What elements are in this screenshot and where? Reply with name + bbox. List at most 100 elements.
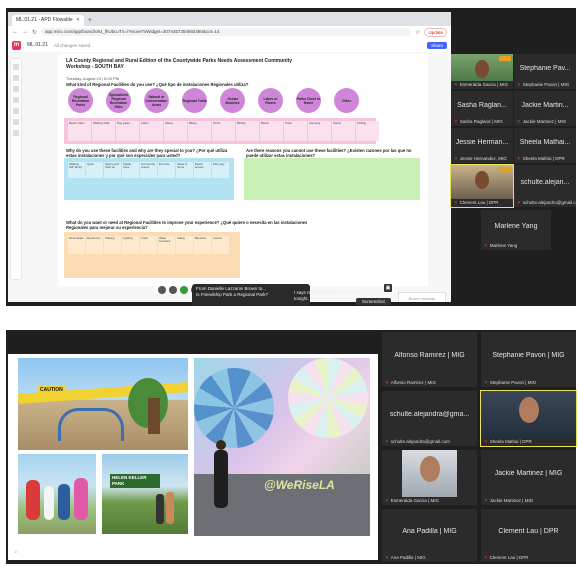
participant-tile[interactable]: Marlene Yang ✕ Marlene Yang [481, 210, 551, 250]
mural-text: @WeRiseLA [264, 478, 335, 492]
participant-name: Sheela Mathai | DPR [522, 156, 565, 161]
community-event-photo [18, 454, 96, 534]
sticky-note[interactable]: More shade [68, 236, 85, 254]
facility-circle[interactable]: Lakes or Rivers [258, 88, 283, 113]
present-icon[interactable] [180, 286, 188, 294]
sticky-note[interactable]: Restrooms [86, 236, 103, 254]
sticky-note[interactable]: Beach access [194, 162, 211, 178]
text-tool-icon[interactable] [13, 75, 19, 81]
sticky-note[interactable]: Lakes [140, 121, 163, 141]
sticky-note[interactable]: Walking with family [68, 162, 85, 178]
sticky-note[interactable]: Biking [188, 121, 211, 141]
muted-mic-icon: ✕ [385, 439, 389, 444]
participant-tile[interactable]: schulte.alejandra@gma... ✕ schulte.alejand… [382, 391, 477, 446]
sticky-note[interactable]: Safety [176, 236, 193, 254]
participant-tile[interactable]: Sheela Mathai... ✕ Sheela Mathai | DPR [514, 128, 576, 163]
sticky-note[interactable]: Dog parks [116, 121, 139, 141]
sticky-note[interactable]: Kids play [212, 162, 229, 178]
reload-icon[interactable]: ↻ [32, 29, 37, 36]
participant-tile[interactable]: ✕ Esmeralda Garcia | MIG [382, 450, 477, 505]
sticky-note[interactable]: Trails [284, 121, 307, 141]
new-tab-icon[interactable]: + [88, 15, 92, 26]
facility-circle[interactable]: Ocean Beaches [220, 88, 245, 113]
pen-tool-icon[interactable] [13, 108, 19, 114]
sticky-note[interactable]: Beach cities [68, 121, 91, 141]
browser-tab[interactable]: ML.01.21 - APD Flowable ✕ [12, 15, 84, 26]
helen-keller-park-photo: HELEN KELLER PARK [102, 454, 188, 534]
url-field[interactable]: app.miro.com/app/board/o9J_lhUbcuT4=/?mo… [41, 28, 412, 36]
facility-circle[interactable]: Parks Close to Home [296, 88, 321, 113]
forward-icon[interactable]: → [22, 29, 28, 35]
sticky-note[interactable]: Picnic [212, 121, 235, 141]
undo-icon[interactable] [158, 286, 166, 294]
participant-tile[interactable]: ✕ Sheela Mathai | DPR [480, 390, 577, 447]
sticky-note[interactable]: Fishing [356, 121, 379, 141]
participant-tile[interactable]: Jackie Martin... ✕ Jackie Martinez | MIG [514, 91, 576, 126]
shape-tool-icon[interactable] [13, 97, 19, 103]
participant-display-name: Sasha Raglan... [457, 101, 507, 109]
sticky-note[interactable]: Close to home [176, 162, 193, 178]
facility-circle[interactable]: Natural or Conservation Areas [144, 88, 169, 113]
participant-tile[interactable]: Ana Padilla | MIG ✕ Ana Padilla | MIG [382, 509, 477, 562]
participant-display-name: Stephanie Pav... [519, 64, 571, 72]
participant-tile[interactable]: Jessie Herman... ✕ Jessie Hernandez, MIG [451, 128, 513, 163]
participant-tile[interactable]: Clement Lau | DPR ✕ Clement Lau | DPR [481, 509, 576, 562]
browser-tab-bar: ML.01.21 - APD Flowable ✕ + [8, 12, 451, 26]
participant-tile[interactable]: Stephanie Pav... ✕ Stephanie Pavon | MIG [514, 54, 576, 89]
facility-circle[interactable]: Other [334, 88, 359, 113]
sticky-note[interactable]: Camping [308, 121, 331, 141]
sticky-note[interactable]: Lighting [122, 236, 139, 254]
frame-tool-icon[interactable] [13, 130, 19, 136]
green-sticky-area[interactable] [244, 158, 420, 200]
sticky-note[interactable]: Exercise [158, 162, 175, 178]
share-button[interactable]: Share [426, 41, 447, 49]
participant-tile[interactable]: Jackie Martinez | MIG ✕ Jackie Martinez | … [481, 450, 576, 505]
muted-mic-icon: ✕ [385, 555, 389, 560]
star-icon[interactable]: ☆ [415, 29, 420, 36]
fit-screen-icon[interactable]: ▣ [384, 284, 392, 292]
participant-tile[interactable]: Sasha Raglan... ✕ Sasha Ragland | MIG [451, 91, 513, 126]
comment-tool-icon[interactable] [13, 119, 19, 125]
chat-notification[interactable]: From Danielle Lazzarini Brown to... Is F… [192, 284, 310, 306]
sticky-note[interactable]: Parking [104, 236, 121, 254]
participant-tile[interactable]: Stephanie Pavon | MIG ✕ Stephanie Pavon | … [481, 332, 576, 387]
facility-circle[interactable]: Regional Trails [182, 88, 207, 113]
sticky-tool-icon[interactable] [13, 86, 19, 92]
sticky-note[interactable]: Trails [140, 236, 157, 254]
participant-display-name: Jackie Martin... [521, 101, 569, 109]
sticky-note[interactable]: Hiking [164, 121, 187, 141]
participant-tile[interactable]: Alfonso Ramirez | MIG ✕ Alfonso Ramirez | … [382, 332, 477, 387]
workshop-board[interactable]: LA County Regional and Rural Edition of … [58, 54, 428, 286]
board-title[interactable]: ML.01.21 [27, 42, 48, 48]
sticky-note[interactable]: Beach [260, 121, 283, 141]
participant-display-name: Jessie Herman... [455, 138, 509, 146]
screenshot-button[interactable]: Screenshot [356, 298, 391, 305]
sticky-note[interactable]: Access [212, 236, 229, 254]
participant-tile[interactable]: ✕ Clement Lau | DPR [450, 164, 514, 208]
question-3: Are there reasons you cannot use these f… [246, 148, 412, 158]
sticky-note[interactable]: Shade trees [122, 162, 139, 178]
participant-tile[interactable]: ✕ Esmeralda Garcia | MIG [451, 54, 513, 89]
board-minimap[interactable]: Board minimap [398, 292, 446, 302]
participant-tile[interactable]: schulte.alejan... ✕ schulte.alejandro@gmai… [514, 165, 576, 207]
question-2: Why do you use these facilities and why … [66, 148, 228, 158]
miro-logo-icon[interactable]: m [12, 40, 21, 50]
sticky-note[interactable]: Walking trails [92, 121, 115, 141]
sticky-note[interactable]: Nature and fresh air [104, 162, 121, 178]
participant-name: Esmeralda Garcia | MIG [390, 498, 439, 503]
sticky-note[interactable]: Benches [194, 236, 211, 254]
sticky-note[interactable]: Birding [236, 121, 259, 141]
participant-name: Esmeralda Garcia | MIG [459, 82, 508, 87]
facility-circle[interactable]: Specialized Regional Recreation Sites [106, 88, 131, 113]
close-tab-icon[interactable]: ✕ [76, 15, 80, 26]
sticky-note[interactable]: Quiet [86, 162, 103, 178]
miro-canvas[interactable]: LA County Regional and Rural Edition of … [8, 52, 451, 302]
redo-icon[interactable] [169, 286, 177, 294]
sticky-note[interactable]: Sports [332, 121, 355, 141]
update-button[interactable]: Update [424, 27, 447, 37]
sticky-note[interactable]: Water fountains [158, 236, 175, 254]
sticky-note[interactable]: Community events [140, 162, 157, 178]
back-icon[interactable]: ← [12, 29, 18, 35]
facility-circle[interactable]: Regional Recreation Parks [68, 88, 93, 113]
select-tool-icon[interactable] [13, 64, 19, 70]
